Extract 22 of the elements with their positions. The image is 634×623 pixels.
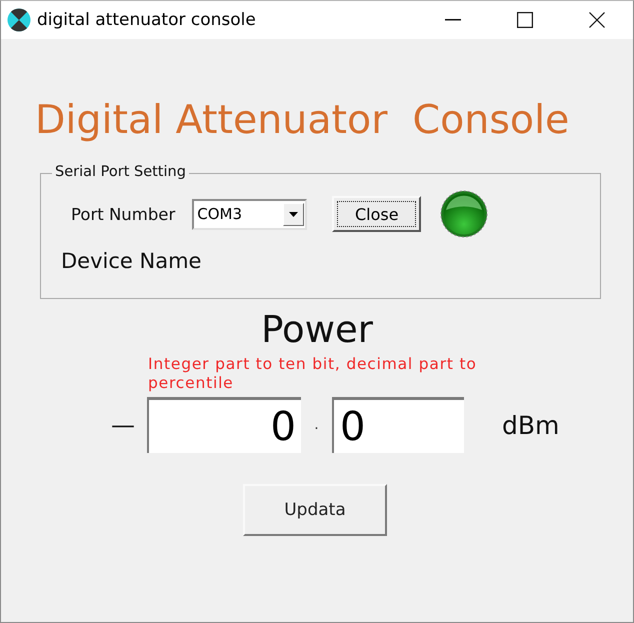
dropdown-button[interactable] bbox=[283, 202, 304, 226]
power-title: Power bbox=[261, 307, 373, 353]
minus-sign: — bbox=[111, 411, 136, 439]
decimal-field[interactable]: 0 bbox=[332, 397, 464, 453]
app-icon bbox=[7, 8, 31, 32]
close-icon bbox=[589, 12, 605, 28]
window-title: digital attenuator console bbox=[37, 10, 257, 30]
port-value: COM3 bbox=[196, 205, 244, 223]
port-dropdown[interactable]: COM3 bbox=[192, 198, 308, 230]
port-number-label: Port Number bbox=[71, 204, 176, 224]
hint-text: Integer part to ten bit, decimal part to percentile bbox=[148, 355, 478, 393]
app-heading: Digital Attenuator Console bbox=[35, 96, 570, 144]
minimize-icon bbox=[445, 19, 461, 21]
decimal-point: . bbox=[313, 417, 320, 433]
maximize-icon bbox=[517, 12, 533, 28]
caret-icon bbox=[289, 212, 298, 216]
device-name-label: Device Name bbox=[61, 249, 202, 273]
close-port-button[interactable]: Close bbox=[332, 196, 422, 232]
integer-field[interactable]: 0 bbox=[147, 397, 301, 453]
update-button[interactable]: Updata bbox=[243, 484, 387, 536]
unit-label: dBm bbox=[502, 410, 560, 440]
group-title: Serial Port Setting bbox=[52, 164, 189, 180]
